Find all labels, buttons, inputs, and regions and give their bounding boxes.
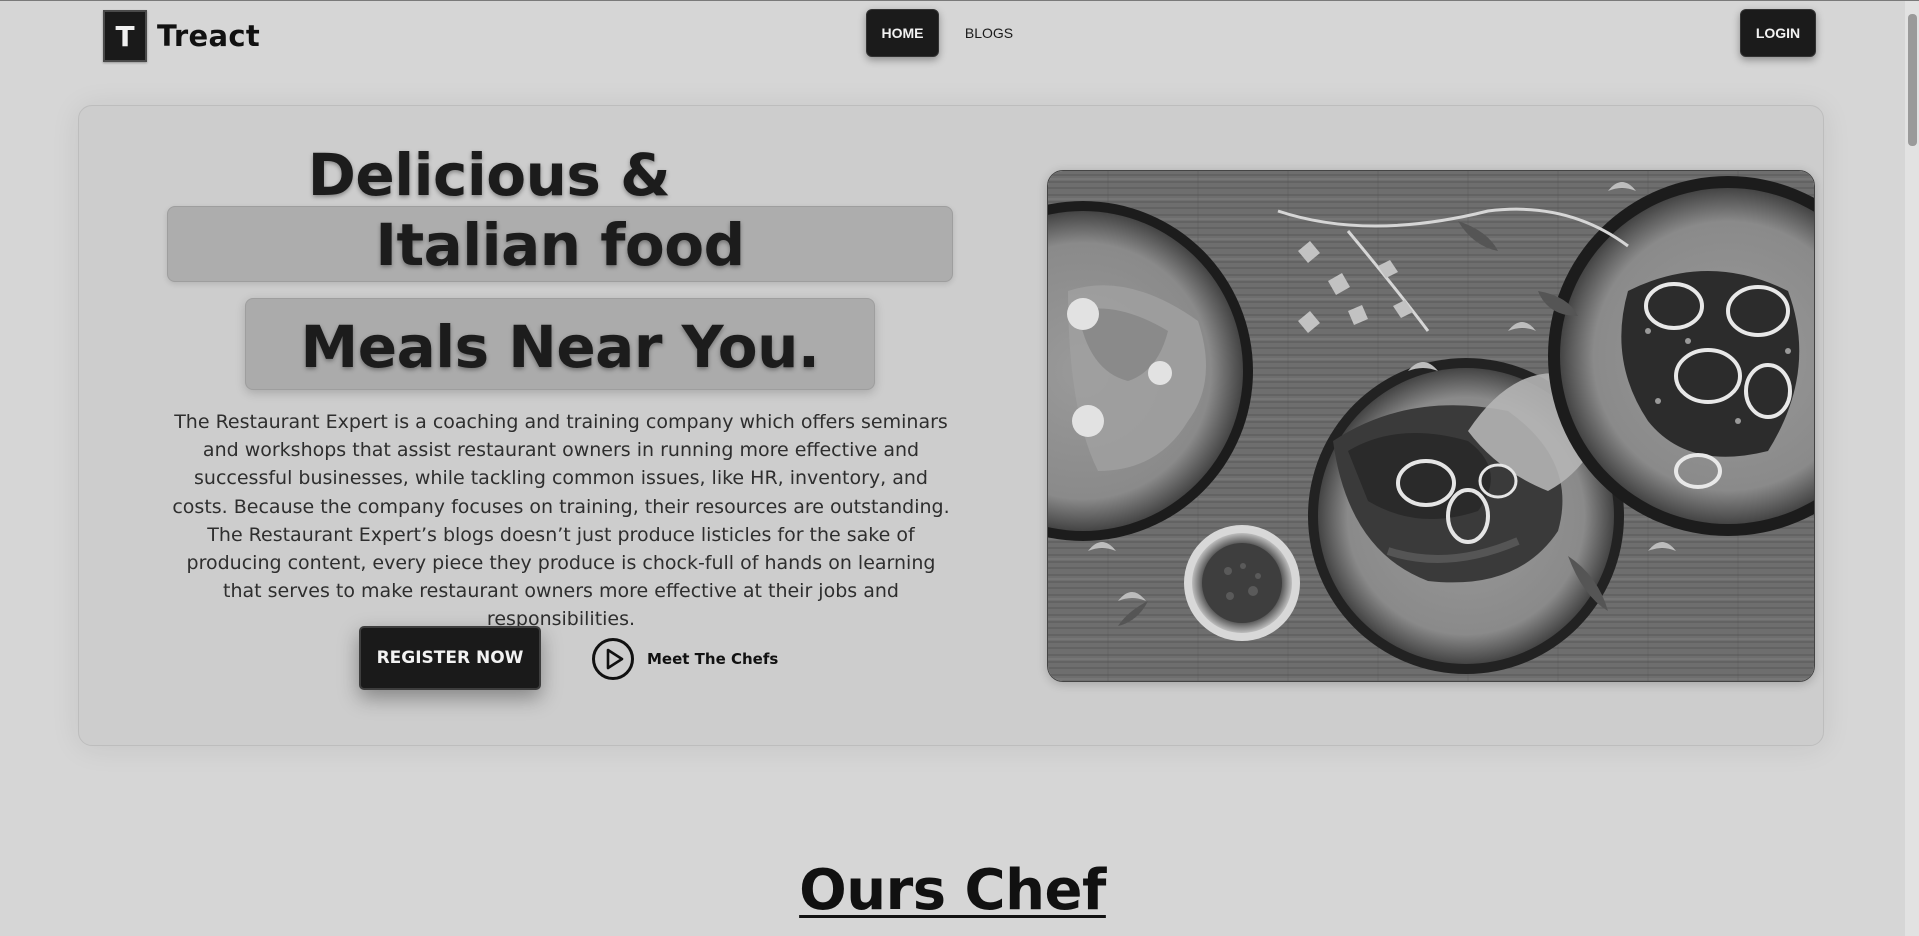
nav-home-button[interactable]: HOME [866,9,939,57]
brand-name: Treact [157,19,260,53]
nav-blogs-link[interactable]: BLOGS [954,9,1024,57]
hero-headline-line2: Italian food [375,211,745,279]
register-now-button[interactable]: REGISTER NOW [359,626,541,690]
hero-card: Delicious & Affordable Italian food Meal… [78,105,1824,746]
brand-logo[interactable]: T Treact [103,10,260,62]
hero-description: The Restaurant Expert is a coaching and … [172,411,950,631]
food-plates-illustration [1048,171,1814,681]
top-navigation: T Treact HOME BLOGS LOGIN [0,0,1900,70]
hero-headline-line3: Meals Near You. [300,313,820,381]
hero-food-image [1047,170,1815,682]
page: T Treact HOME BLOGS LOGIN Delicious & Af… [0,0,1919,936]
meet-the-chefs-link[interactable]: Meet The Chefs [591,637,778,681]
scrollbar-thumb[interactable] [1908,14,1917,146]
play-circle-icon [592,638,634,680]
login-button[interactable]: LOGIN [1740,9,1816,57]
section-title-chefs: Ours Chef [799,858,1106,923]
logo-icon: T [103,10,147,62]
meet-the-chefs-label: Meet The Chefs [647,650,779,668]
